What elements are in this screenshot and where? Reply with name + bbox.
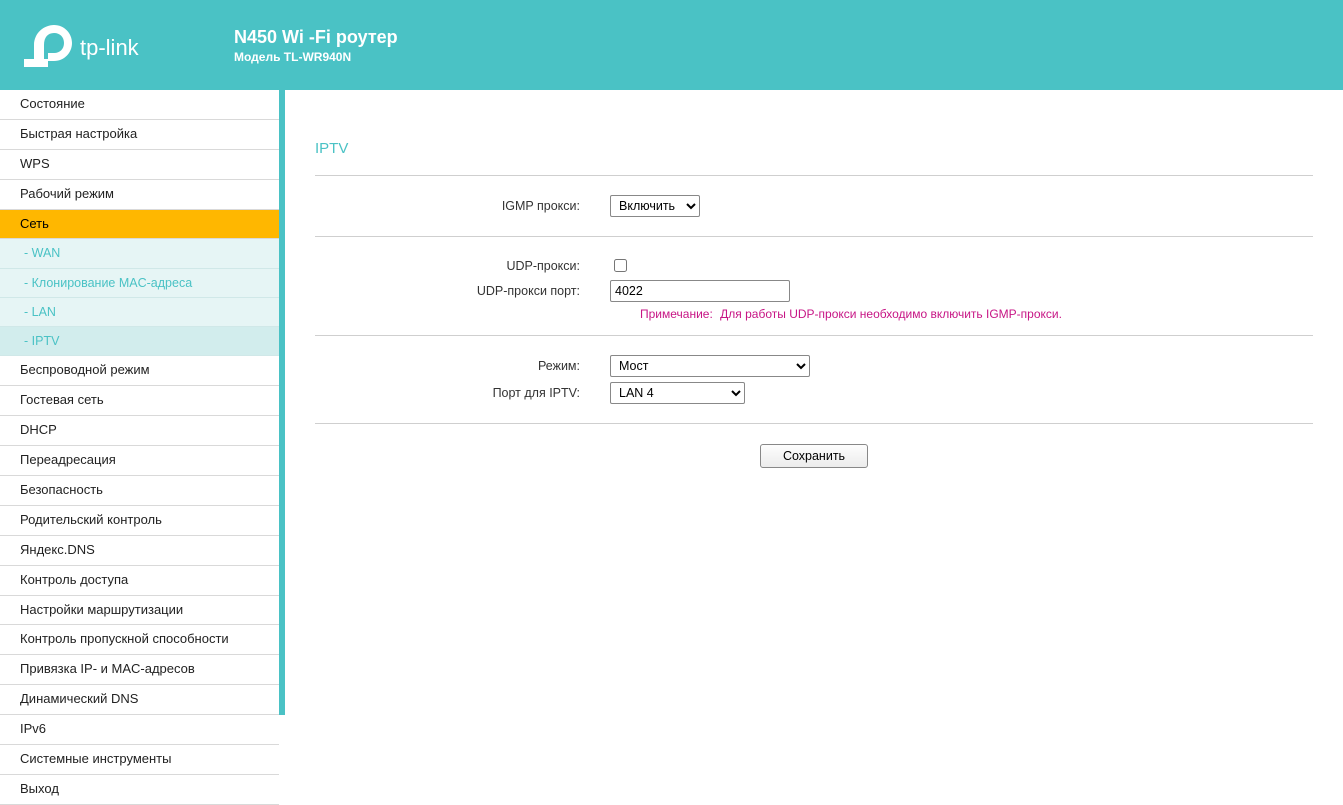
save-button[interactable]: Сохранить bbox=[760, 444, 868, 468]
note-label: Примечание: bbox=[640, 307, 713, 321]
mode-select[interactable]: Мост bbox=[610, 355, 810, 377]
brand-logo: tp-link bbox=[24, 23, 174, 67]
nav-item-9[interactable]: Беспроводной режим bbox=[0, 356, 279, 386]
nav-item-16[interactable]: Контроль доступа bbox=[0, 566, 279, 596]
nav-item-13[interactable]: Безопасность bbox=[0, 476, 279, 506]
nav-item-7[interactable]: - LAN bbox=[0, 298, 279, 327]
nav-item-3[interactable]: Рабочий режим bbox=[0, 180, 279, 210]
nav-item-12[interactable]: Переадресация bbox=[0, 446, 279, 476]
nav-item-22[interactable]: Системные инструменты bbox=[0, 745, 279, 775]
nav-item-2[interactable]: WPS bbox=[0, 150, 279, 180]
nav-item-23[interactable]: Выход bbox=[0, 775, 279, 805]
udp-proxy-checkbox[interactable] bbox=[614, 259, 627, 272]
udp-proxy-port-label: UDP-прокси порт: bbox=[315, 284, 610, 298]
nav-item-11[interactable]: DHCP bbox=[0, 416, 279, 446]
nav-item-1[interactable]: Быстрая настройка bbox=[0, 120, 279, 150]
nav-list: СостояниеБыстрая настройкаWPSРабочий реж… bbox=[0, 90, 279, 805]
content-area: IPTV IGMP прокси: Включить UDP-прокси: U… bbox=[285, 90, 1343, 715]
nav-item-0[interactable]: Состояние bbox=[0, 90, 279, 120]
page-title: IPTV bbox=[315, 140, 1313, 157]
nav-item-15[interactable]: Яндекс.DNS bbox=[0, 536, 279, 566]
nav-item-17[interactable]: Настройки маршрутизации bbox=[0, 596, 279, 626]
port-iptv-label: Порт для IPTV: bbox=[315, 386, 610, 400]
product-model: Модель TL-WR940N bbox=[234, 50, 398, 64]
nav-item-21[interactable]: IPv6 bbox=[0, 715, 279, 745]
header: tp-link N450 Wi -Fi роутер Модель TL-WR9… bbox=[0, 0, 1343, 90]
note-text: Для работы UDP-прокси необходимо включит… bbox=[720, 307, 1062, 321]
section-udp: UDP-прокси: UDP-прокси порт: Примечание:… bbox=[315, 236, 1313, 335]
nav-item-19[interactable]: Привязка IP- и MAC-адресов bbox=[0, 655, 279, 685]
section-mode: Режим: Мост Порт для IPTV: LAN 4 bbox=[315, 335, 1313, 423]
header-titles: N450 Wi -Fi роутер Модель TL-WR940N bbox=[234, 27, 398, 64]
product-title: N450 Wi -Fi роутер bbox=[234, 27, 398, 48]
mode-label: Режим: bbox=[315, 359, 610, 373]
igmp-proxy-label: IGMP прокси: bbox=[315, 199, 610, 213]
section-igmp: IGMP прокси: Включить bbox=[315, 175, 1313, 236]
nav-item-8[interactable]: - IPTV bbox=[0, 327, 279, 356]
brand-text: tp-link bbox=[80, 35, 140, 60]
nav-item-20[interactable]: Динамический DNS bbox=[0, 685, 279, 715]
nav-item-18[interactable]: Контроль пропускной способности bbox=[0, 625, 279, 655]
udp-proxy-label: UDP-прокси: bbox=[315, 259, 610, 273]
tplink-logo-icon: tp-link bbox=[24, 23, 174, 67]
button-row: Сохранить bbox=[315, 423, 1313, 468]
nav-item-4[interactable]: Сеть bbox=[0, 210, 279, 240]
port-iptv-select[interactable]: LAN 4 bbox=[610, 382, 745, 404]
nav-item-10[interactable]: Гостевая сеть bbox=[0, 386, 279, 416]
nav-item-6[interactable]: - Клонирование MAC-адреса bbox=[0, 269, 279, 298]
igmp-proxy-select[interactable]: Включить bbox=[610, 195, 700, 217]
sidebar: СостояниеБыстрая настройкаWPSРабочий реж… bbox=[0, 90, 285, 715]
nav-item-5[interactable]: - WAN bbox=[0, 239, 279, 268]
nav-item-14[interactable]: Родительский контроль bbox=[0, 506, 279, 536]
udp-proxy-note: Примечание: Для работы UDP-прокси необхо… bbox=[640, 307, 1313, 321]
udp-proxy-port-input[interactable] bbox=[610, 280, 790, 302]
